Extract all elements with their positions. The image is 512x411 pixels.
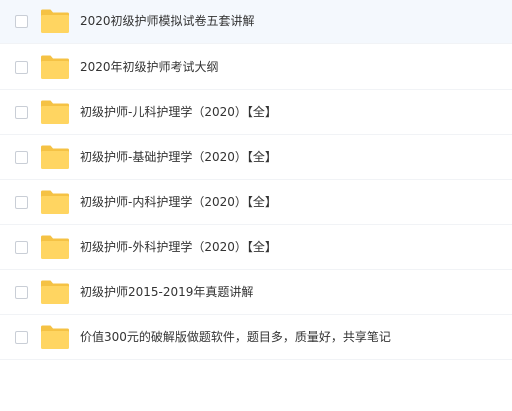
file-row[interactable]: 初级护师2015-2019年真题讲解: [0, 271, 512, 315]
file-name[interactable]: 初级护师-基础护理学（2020）【全】: [80, 149, 277, 166]
file-row[interactable]: 初级护师-儿科护理学（2020）【全】: [0, 91, 512, 135]
file-name[interactable]: 初级护师-内科护理学（2020）【全】: [80, 194, 277, 211]
folder-icon: [41, 325, 69, 349]
file-name[interactable]: 初级护师2015-2019年真题讲解: [80, 284, 253, 301]
row-checkbox[interactable]: [15, 286, 28, 299]
folder-icon: [41, 280, 69, 304]
row-checkbox[interactable]: [15, 331, 28, 344]
file-row[interactable]: 初级护师-内科护理学（2020）【全】: [0, 181, 512, 225]
row-checkbox[interactable]: [15, 61, 28, 74]
file-row[interactable]: 初级护师-基础护理学（2020）【全】: [0, 136, 512, 180]
file-row[interactable]: 2020年初级护师考试大纲: [0, 46, 512, 90]
folder-icon: [41, 9, 69, 33]
file-row[interactable]: 初级护师-外科护理学（2020）【全】: [0, 226, 512, 270]
folder-icon: [41, 100, 69, 124]
file-row[interactable]: 2020初级护师模拟试卷五套讲解: [0, 0, 512, 44]
folder-icon: [41, 145, 69, 169]
file-name[interactable]: 价值300元的破解版做题软件，题目多，质量好，共享笔记: [80, 329, 391, 346]
folder-icon: [41, 190, 69, 214]
row-checkbox[interactable]: [15, 241, 28, 254]
file-name[interactable]: 2020初级护师模拟试卷五套讲解: [80, 13, 255, 30]
row-checkbox[interactable]: [15, 15, 28, 28]
row-checkbox[interactable]: [15, 106, 28, 119]
file-row[interactable]: 价值300元的破解版做题软件，题目多，质量好，共享笔记: [0, 316, 512, 360]
file-list: 2020初级护师模拟试卷五套讲解 2020年初级护师考试大纲 初级护师-儿科护理…: [0, 0, 512, 411]
folder-icon: [41, 55, 69, 79]
file-name[interactable]: 初级护师-儿科护理学（2020）【全】: [80, 104, 277, 121]
folder-icon: [41, 235, 69, 259]
row-checkbox[interactable]: [15, 151, 28, 164]
file-name[interactable]: 初级护师-外科护理学（2020）【全】: [80, 239, 277, 256]
file-name[interactable]: 2020年初级护师考试大纲: [80, 59, 219, 76]
row-checkbox[interactable]: [15, 196, 28, 209]
